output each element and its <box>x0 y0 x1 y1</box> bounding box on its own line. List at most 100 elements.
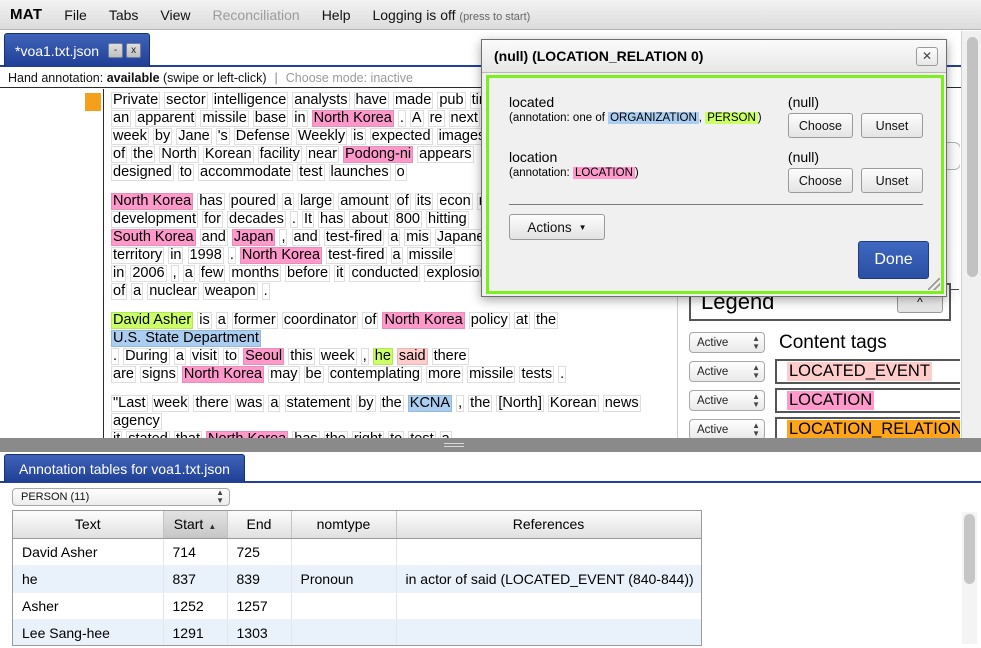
token[interactable]: poured <box>228 193 278 210</box>
token[interactable]: this <box>288 348 315 365</box>
token[interactable]: the <box>323 431 348 438</box>
done-button[interactable]: Done <box>858 241 929 279</box>
table-row[interactable]: Asher 1252 1257 <box>13 592 701 620</box>
annotation-location[interactable]: North Korea <box>239 247 323 264</box>
token[interactable]: has <box>318 211 346 228</box>
token[interactable]: launches <box>328 164 391 181</box>
token[interactable]: to <box>388 431 405 438</box>
token[interactable]: coordinator <box>281 312 359 329</box>
token[interactable]: hitting <box>426 211 469 228</box>
token[interactable]: It <box>301 211 314 228</box>
annotation-location[interactable]: North Korea <box>181 366 265 383</box>
annotation-organization[interactable]: U.S. State Department <box>111 330 261 347</box>
token[interactable]: is <box>351 128 366 145</box>
token[interactable]: re <box>427 110 445 127</box>
token[interactable]: images <box>436 128 488 145</box>
column-header-end[interactable]: End <box>227 511 292 539</box>
token[interactable]: a <box>182 265 195 282</box>
token[interactable]: apparent <box>135 110 197 127</box>
close-icon[interactable]: x <box>126 43 142 58</box>
token[interactable]: conducted <box>349 265 421 282</box>
legend-status-select-located-event[interactable]: Active ▲ ▼ <box>689 361 765 382</box>
token[interactable]: weapon <box>202 283 258 300</box>
column-header-nomtype[interactable]: nomtype <box>291 511 397 539</box>
annotation-table-vertical-scrollbar[interactable] <box>962 512 977 644</box>
token[interactable]: 's <box>215 128 230 145</box>
token[interactable]: base <box>252 110 289 127</box>
token[interactable]: stated <box>126 431 170 438</box>
token[interactable]: pub <box>437 92 466 109</box>
table-row[interactable]: David Asher 714 725 <box>13 538 701 566</box>
token[interactable]: its <box>414 193 434 210</box>
token[interactable]: be <box>303 366 324 383</box>
token[interactable]: right <box>351 431 385 438</box>
collapsed-side-tab[interactable] <box>945 142 960 170</box>
token[interactable]: in <box>168 247 184 264</box>
token[interactable]: a <box>131 283 144 300</box>
token[interactable]: a <box>281 193 294 210</box>
token[interactable]: the <box>533 312 559 329</box>
close-icon[interactable]: ✕ <box>916 46 938 66</box>
document-tab-voa1[interactable]: *voa1.txt.json - x <box>4 33 151 67</box>
token[interactable]: by <box>356 395 376 412</box>
token[interactable]: months <box>229 265 281 282</box>
token[interactable]: missile <box>467 366 516 383</box>
token[interactable]: [North] <box>496 395 544 412</box>
token[interactable]: more <box>426 366 464 383</box>
token[interactable]: missile <box>406 247 455 264</box>
token[interactable]: an <box>111 110 132 127</box>
annotation-location[interactable]: North Korea <box>382 312 465 329</box>
token[interactable]: in <box>111 265 127 282</box>
token[interactable]: facility <box>257 146 302 163</box>
token[interactable]: o <box>394 164 407 181</box>
token[interactable]: a <box>439 431 452 438</box>
annotation-location[interactable]: North Korea <box>311 110 394 127</box>
choose-button-location[interactable]: Choose <box>787 168 853 193</box>
menu-item-help[interactable]: Help <box>322 7 351 23</box>
annotation-location[interactable]: Japan <box>231 229 276 246</box>
legend-global-status-select[interactable]: Active ▲ ▼ <box>689 332 765 353</box>
annotation-table-wrapper[interactable]: Text Start ▲ End nomtype References Davi… <box>12 510 702 646</box>
token[interactable]: visit <box>189 348 219 365</box>
token[interactable]: statement <box>284 395 353 412</box>
token[interactable]: and <box>291 229 320 246</box>
token[interactable]: few <box>198 265 226 282</box>
token[interactable]: 2006 <box>130 265 167 282</box>
token[interactable]: for <box>202 211 223 228</box>
annotation-location[interactable]: North Korea <box>206 431 289 438</box>
panel-splitter[interactable] <box>0 438 981 452</box>
legend-status-select-location[interactable]: Active ▲ ▼ <box>689 390 765 411</box>
token[interactable]: test-fired <box>326 247 387 264</box>
token[interactable]: Korean <box>202 146 254 163</box>
column-header-start[interactable]: Start ▲ <box>163 511 228 539</box>
minimize-icon[interactable]: - <box>108 43 124 58</box>
token[interactable]: Defense <box>233 128 292 145</box>
token[interactable]: contemplating <box>327 366 422 383</box>
menu-item-tabs[interactable]: Tabs <box>109 7 139 23</box>
token[interactable]: . <box>227 247 236 264</box>
actions-dropdown-button[interactable]: Actions ▼ <box>509 214 605 240</box>
token[interactable]: of <box>111 146 128 163</box>
token[interactable]: there <box>431 348 469 365</box>
token[interactable]: intelligence <box>211 92 289 109</box>
token[interactable]: signs <box>140 366 178 383</box>
table-row[interactable]: Lee Sang-hee 1291 1303 <box>13 619 701 645</box>
token[interactable]: test <box>408 431 436 438</box>
token[interactable]: expected <box>369 128 433 145</box>
token[interactable]: "Last <box>111 395 148 412</box>
annotation-table-scroll-thumb[interactable] <box>964 514 975 584</box>
token[interactable]: and <box>199 229 228 246</box>
token[interactable]: are <box>111 366 136 383</box>
token[interactable]: made <box>393 92 434 109</box>
token[interactable]: week <box>151 395 190 412</box>
token[interactable]: territory <box>111 247 165 264</box>
token[interactable]: tests <box>519 366 555 383</box>
token[interactable]: . <box>558 366 567 383</box>
token[interactable]: decades <box>227 211 286 228</box>
token[interactable]: of <box>362 312 379 329</box>
token[interactable]: a <box>215 312 228 329</box>
token[interactable]: may <box>268 366 300 383</box>
menu-item-file[interactable]: File <box>64 7 87 23</box>
token[interactable]: a <box>268 395 281 412</box>
token[interactable]: Jane <box>176 128 212 145</box>
